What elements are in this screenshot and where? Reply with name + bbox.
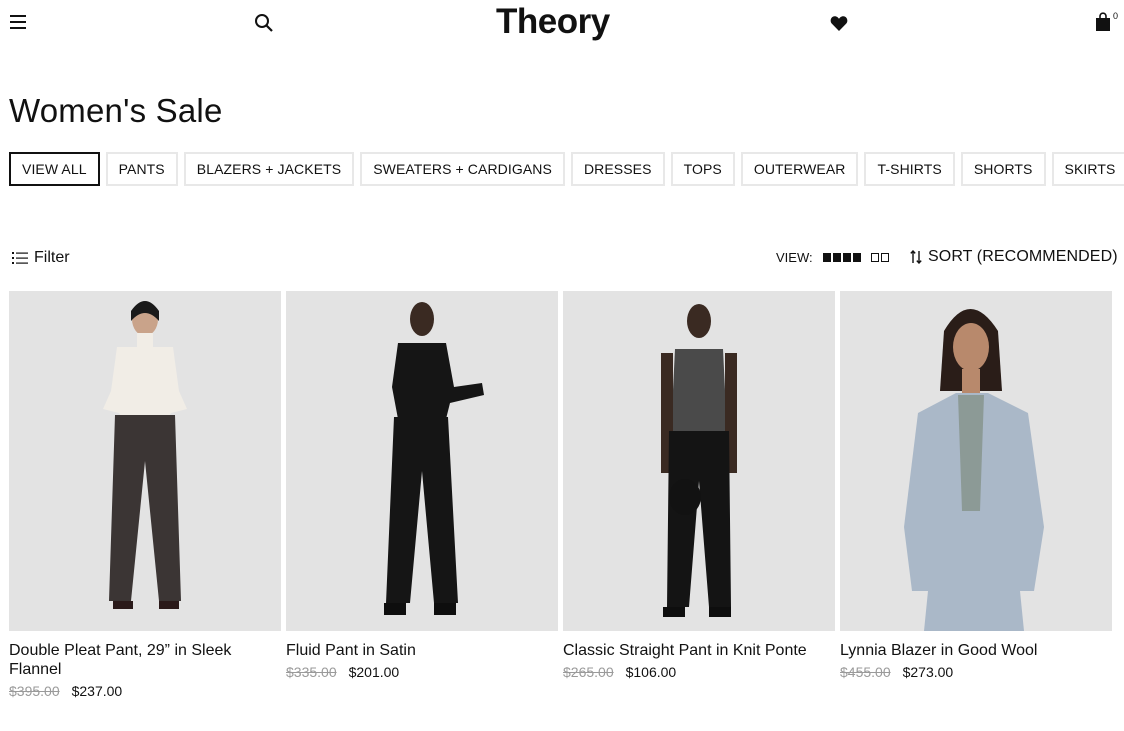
grid-4-view-icon[interactable] [822,253,861,262]
product-price: $395.00 $237.00 [9,683,281,699]
category-outerwear[interactable]: OUTERWEAR [740,152,859,186]
category-tops[interactable]: TOPS [670,152,735,186]
model-photo-placeholder [840,291,1112,631]
product-card: Double Pleat Pant, 29” in Sleek Flannel … [9,291,281,699]
product-card: Classic Straight Pant in Knit Ponte $265… [563,291,835,699]
sale-price: $201.00 [348,664,400,680]
category-shorts[interactable]: SHORTS [960,152,1046,186]
sort-icon [910,250,922,264]
category-t-shirts[interactable]: T-SHIRTS [864,152,955,186]
sale-price: $237.00 [71,683,123,699]
search-icon[interactable] [254,13,274,33]
brand-logo[interactable]: Theory [496,2,610,42]
filter-list-icon [12,252,28,264]
view-label: VIEW: [776,250,813,265]
original-price: $395.00 [9,683,60,699]
menu-icon[interactable] [10,15,26,29]
product-grid: Double Pleat Pant, 29” in Sleek Flannel … [9,291,1112,699]
original-price: $335.00 [286,664,337,680]
category-sweaters-cardigans[interactable]: SWEATERS + CARDIGANS [360,152,565,186]
product-image[interactable] [840,291,1112,631]
product-price: $455.00 $273.00 [840,664,1112,680]
model-photo-placeholder [9,291,281,631]
category-pants[interactable]: PANTS [105,152,178,186]
heart-icon[interactable] [830,15,848,32]
view-toggle: VIEW: [776,250,889,265]
sale-price: $273.00 [902,664,954,680]
category-view-all[interactable]: VIEW ALL [9,152,100,186]
model-photo-placeholder [286,291,558,631]
original-price: $455.00 [840,664,891,680]
filter-button[interactable]: Filter [12,249,70,267]
page-title: Women's Sale [9,92,223,129]
filter-label: Filter [34,249,70,266]
shopping-bag-icon[interactable] [1095,12,1111,32]
sale-price: $106.00 [625,664,677,680]
grid-2-view-icon[interactable] [870,253,889,262]
product-image[interactable] [563,291,835,631]
bag-count-badge: 0 [1113,11,1119,21]
product-bottom [924,591,1024,631]
original-price: $265.00 [563,664,614,680]
product-card: Fluid Pant in Satin $335.00 $201.00 [286,291,558,699]
category-blazers-jackets[interactable]: BLAZERS + JACKETS [183,152,355,186]
site-header: Theory 0 [0,0,1124,50]
product-name[interactable]: Fluid Pant in Satin [286,641,558,660]
category-skirts[interactable]: SKIRTS [1051,152,1124,186]
product-name[interactable]: Classic Straight Pant in Knit Ponte [563,641,835,660]
product-name[interactable]: Double Pleat Pant, 29” in Sleek Flannel [9,641,281,679]
product-top [671,349,727,431]
sort-label: SORT (RECOMMENDED) [928,248,1118,265]
model-photo-placeholder [563,291,835,631]
product-image[interactable] [286,291,558,631]
category-dresses[interactable]: DRESSES [570,152,665,186]
product-price: $265.00 $106.00 [563,664,835,680]
product-image[interactable] [9,291,281,631]
sort-dropdown[interactable]: SORT (RECOMMENDED) [910,248,1118,266]
product-price: $335.00 $201.00 [286,664,558,680]
category-filter-bar: VIEW ALL PANTS BLAZERS + JACKETS SWEATER… [9,152,1124,186]
product-name[interactable]: Lynnia Blazer in Good Wool [840,641,1112,660]
product-card: Lynnia Blazer in Good Wool $455.00 $273.… [840,291,1112,699]
product-top [137,333,153,347]
